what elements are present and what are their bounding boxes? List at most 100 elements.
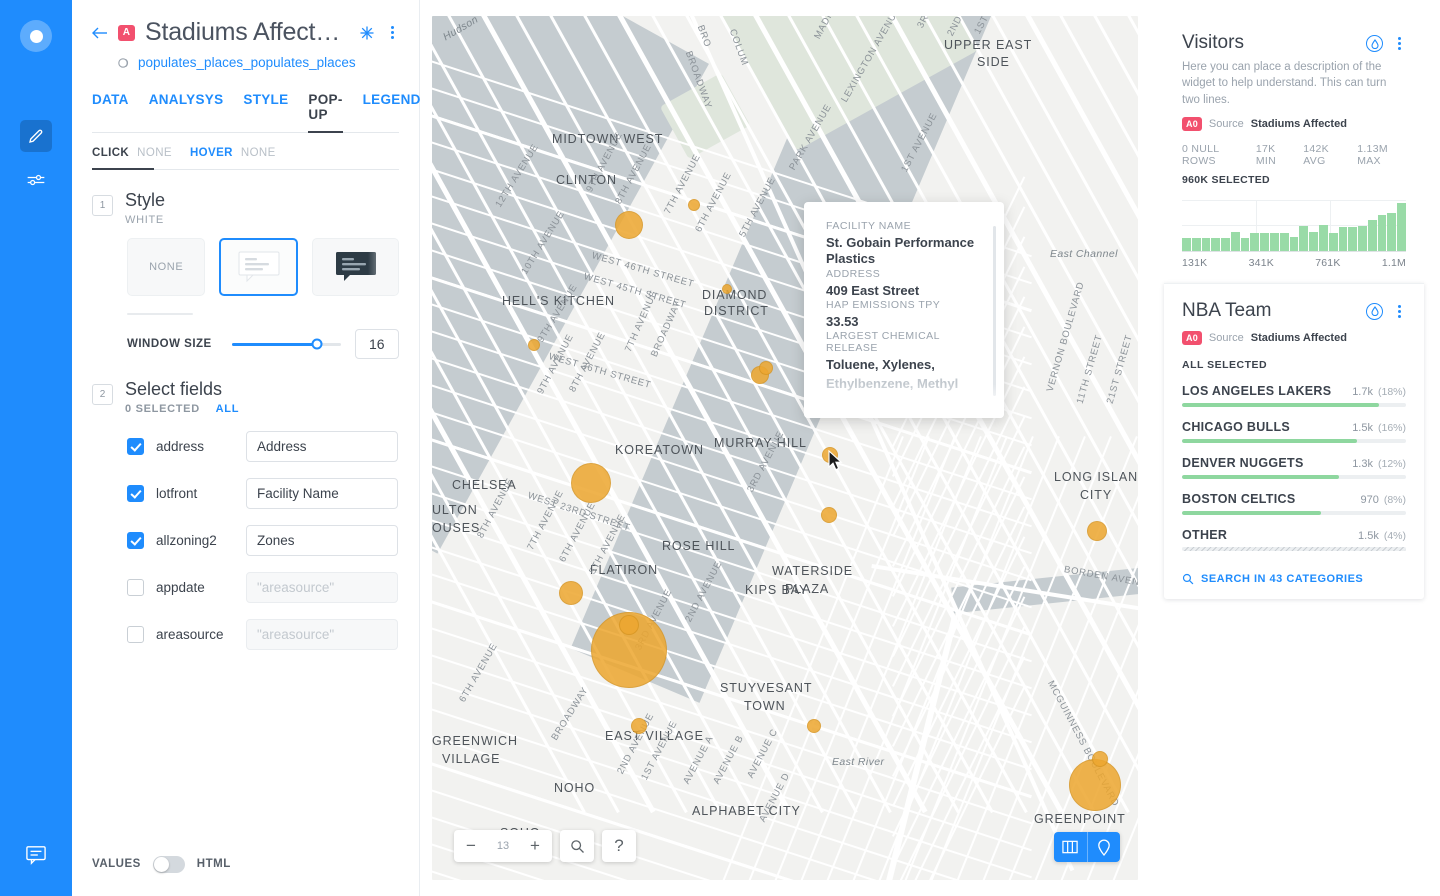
map-marker[interactable] <box>528 339 540 351</box>
panel-tabs: DATA ANALYSYS STYLE POP-UP LEGEND <box>92 92 399 132</box>
map-help-button[interactable]: ? <box>602 830 636 862</box>
field-input-areasource[interactable] <box>246 619 398 650</box>
field-row-allzoning2: allzoning2 <box>127 525 399 556</box>
field-input-address[interactable] <box>246 431 398 462</box>
map-canvas[interactable]: MIDTOWN WESTCLINTONHELL'S KITCHENDIAMOND… <box>432 16 1138 880</box>
map-view-controls <box>1054 832 1120 862</box>
checkbox-areasource[interactable] <box>127 626 144 643</box>
nba-more-button[interactable] <box>1392 303 1406 320</box>
popup-value-address: 409 East Street <box>826 283 982 299</box>
popup-white-icon <box>237 250 281 284</box>
dataset-row: populates_places_populates_places <box>118 55 399 70</box>
map-marker[interactable] <box>821 507 837 523</box>
style-option-dark-fade <box>368 239 398 295</box>
arrow-left-icon <box>92 26 108 40</box>
checkbox-allzoning2[interactable] <box>127 532 144 549</box>
select-all-button[interactable]: ALL <box>216 403 239 415</box>
category-row[interactable]: BOSTON CELTICS970(8%) <box>1182 492 1406 515</box>
sidebar-item-comments[interactable] <box>25 845 47 870</box>
tab-analysys[interactable]: ANALYSYS <box>149 92 224 132</box>
dataset-link[interactable]: populates_places_populates_places <box>138 55 356 70</box>
widgets-view-button[interactable] <box>1054 832 1087 862</box>
window-size-row: WINDOW SIZE 16 <box>127 329 399 359</box>
category-percent: (12%) <box>1378 458 1406 470</box>
sidebar-item-filters[interactable] <box>20 164 52 196</box>
app-logo[interactable] <box>20 20 52 52</box>
field-input-allzoning2[interactable] <box>246 525 398 556</box>
map-pin-button[interactable] <box>1087 832 1120 862</box>
back-button[interactable] <box>92 26 108 40</box>
checkbox-lotfront[interactable] <box>127 485 144 502</box>
visitors-histogram[interactable] <box>1182 200 1406 252</box>
map-search-button[interactable] <box>560 830 594 862</box>
values-html-toggle[interactable] <box>153 856 185 873</box>
field-input-lotfront[interactable] <box>246 478 398 509</box>
hist-bar <box>1260 233 1269 251</box>
tab-data[interactable]: DATA <box>92 92 129 132</box>
style-option-white[interactable] <box>219 238 298 296</box>
category-row[interactable]: CHICAGO BULLS1.5k(16%) <box>1182 420 1406 443</box>
category-value: 1.3k <box>1352 458 1373 470</box>
category-value: 970 <box>1360 494 1378 506</box>
zoom-in-button[interactable]: + <box>518 830 552 862</box>
map-zoom-controls: − 13 + ? <box>454 830 636 862</box>
field-label-address: address <box>156 439 246 454</box>
field-input-appdate[interactable] <box>246 572 398 603</box>
click-tab[interactable]: CLICK <box>92 147 129 159</box>
visitors-title: Visitors <box>1182 32 1366 54</box>
category-row[interactable]: DENVER NUGGETS1.3k(12%) <box>1182 456 1406 479</box>
map-marker[interactable] <box>619 615 639 635</box>
click-value: NONE <box>137 147 172 159</box>
hist-bar <box>1192 238 1201 251</box>
map-marker[interactable] <box>759 361 773 375</box>
category-row[interactable]: OTHER1.5k(4%) <box>1182 528 1406 551</box>
window-size-value[interactable]: 16 <box>355 329 399 359</box>
popup-fade-mask <box>804 384 1004 418</box>
style-section-subtitle: WHITE <box>125 214 165 226</box>
nba-info-button[interactable] <box>1366 303 1383 320</box>
layer-settings-panel: A Stadiums Affect… pop <box>72 0 420 896</box>
panel-more-button[interactable] <box>385 24 399 41</box>
style-option-dark[interactable] <box>312 238 399 296</box>
map-marker[interactable] <box>1092 751 1108 767</box>
sidebar-item-edit[interactable] <box>20 120 52 152</box>
checkbox-appdate[interactable] <box>127 579 144 596</box>
map-marker[interactable] <box>571 463 611 503</box>
axis-tick-0: 131K <box>1182 257 1207 269</box>
zoom-group: − 13 + <box>454 830 552 862</box>
map-marker[interactable] <box>807 719 821 733</box>
style-option-none[interactable]: NONE <box>127 238 205 296</box>
tab-style[interactable]: STYLE <box>243 92 288 132</box>
popup-key-address: ADDRESS <box>826 268 982 280</box>
visitors-description: Here you can place a description of the … <box>1182 59 1406 108</box>
visitors-more-button[interactable] <box>1392 35 1406 52</box>
tab-popup[interactable]: POP-UP <box>308 92 342 132</box>
map-marker[interactable] <box>1069 759 1121 811</box>
map-marker[interactable] <box>722 284 732 294</box>
slider-knob[interactable] <box>311 339 322 350</box>
map-marker[interactable] <box>1087 521 1107 541</box>
panel-footer: VALUES HTML <box>72 832 419 896</box>
hist-bar <box>1211 238 1220 251</box>
feature-popup[interactable]: FACILITY NAME St. Gobain Performance Pla… <box>804 202 1004 418</box>
slider-fill <box>232 343 317 346</box>
checkbox-address[interactable] <box>127 438 144 455</box>
map-marker[interactable] <box>615 211 643 239</box>
map-marker[interactable] <box>559 581 583 605</box>
zoom-out-button[interactable]: − <box>454 830 488 862</box>
app-rail <box>0 0 72 896</box>
hist-bar <box>1221 238 1230 251</box>
hist-bar <box>1329 233 1338 251</box>
popup-scrollbar[interactable] <box>993 226 996 396</box>
hover-tab[interactable]: HOVER <box>190 147 233 159</box>
map-marker[interactable] <box>822 447 838 463</box>
category-row[interactable]: LOS ANGELES LAKERS1.7k(18%) <box>1182 384 1406 407</box>
nba-search-categories[interactable]: SEARCH IN 43 CATEGORIES <box>1182 573 1406 585</box>
window-size-slider[interactable] <box>232 343 341 346</box>
tab-legend[interactable]: LEGEND <box>363 92 421 132</box>
hist-bar <box>1348 227 1357 251</box>
center-map-button[interactable] <box>359 25 375 41</box>
map-marker[interactable] <box>631 718 647 734</box>
visitors-info-button[interactable] <box>1366 35 1383 52</box>
map-marker[interactable] <box>688 199 700 211</box>
